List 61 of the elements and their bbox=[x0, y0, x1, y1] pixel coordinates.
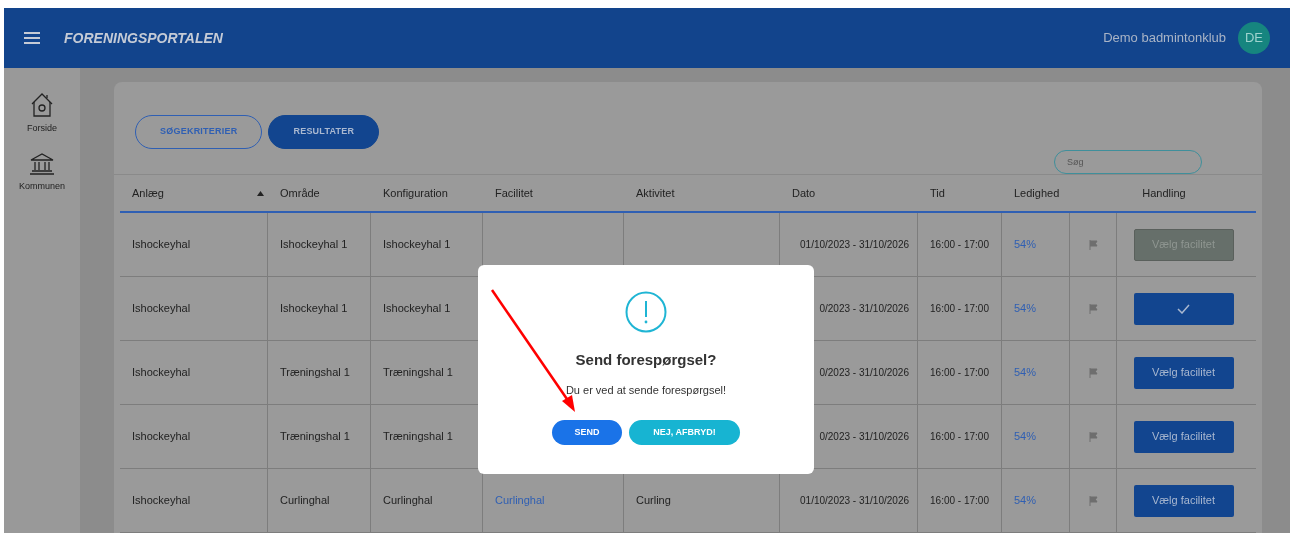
building-icon bbox=[29, 151, 55, 176]
table-cell-text: 0/2023 - 31/10/2026 bbox=[819, 302, 909, 316]
table-cell-text: Ishockeyhal bbox=[132, 493, 191, 509]
table-cell-text: 16:00 - 17:00 bbox=[930, 366, 989, 380]
table-cell-text: Ishockeyhal bbox=[132, 429, 191, 445]
check-icon bbox=[1177, 303, 1190, 314]
table-cell-text: Ishockeyhal 1 bbox=[280, 237, 348, 253]
sort-arrow-icon[interactable] bbox=[257, 190, 264, 196]
sidebar-item[interactable]: Forside bbox=[27, 92, 57, 136]
table-cell-text: 0/2023 - 31/10/2026 bbox=[819, 366, 909, 380]
dialog-message: Du er ved at sende forespørgsel! bbox=[565, 382, 727, 398]
flag-icon[interactable] bbox=[1088, 495, 1098, 506]
table-cell-text: 01/10/2023 - 31/10/2026 bbox=[800, 238, 909, 252]
table-cell-text: Ishockeyhal 1 bbox=[383, 237, 451, 253]
house-icon bbox=[30, 92, 54, 118]
select-facility-button[interactable]: Vælg facilitet bbox=[1133, 356, 1234, 389]
dialog-title: Send forespørgsel? bbox=[575, 350, 717, 370]
column-header[interactable]: Aktivitet bbox=[636, 184, 675, 202]
column-header[interactable]: Dato bbox=[792, 184, 816, 202]
table-cell-text: Træningshal 1 bbox=[280, 365, 350, 381]
table-cell-text: 01/10/2023 - 31/10/2026 bbox=[800, 494, 909, 508]
flag-icon[interactable] bbox=[1088, 303, 1098, 314]
column-header[interactable]: Konfiguration bbox=[383, 184, 448, 202]
table-cell-text: 16:00 - 17:00 bbox=[930, 494, 989, 508]
select-facility-button[interactable]: Vælg facilitet bbox=[1133, 484, 1234, 517]
table-cell-text: Ishockeyhal bbox=[132, 237, 191, 253]
flag-icon[interactable] bbox=[1088, 431, 1098, 442]
column-header[interactable]: Anlæg bbox=[132, 184, 164, 202]
flag-icon[interactable] bbox=[1088, 239, 1098, 250]
column-header[interactable]: Tid bbox=[930, 184, 945, 202]
select-facility-button[interactable]: Vælg facilitet bbox=[1133, 420, 1234, 453]
column-header[interactable]: Facilitet bbox=[495, 184, 533, 202]
avatar[interactable]: DE bbox=[1238, 22, 1270, 54]
table-cell-text: Curling bbox=[636, 493, 671, 509]
tab[interactable]: RESULTATER bbox=[268, 115, 380, 149]
table-cell-text: Curlinghal bbox=[383, 493, 433, 509]
table-cell-text: Ishockeyhal bbox=[132, 301, 191, 317]
column-header[interactable]: Handling bbox=[1142, 184, 1186, 202]
search-field[interactable]: Søg bbox=[1054, 150, 1202, 174]
table-cell-text: Træningshal 1 bbox=[383, 429, 453, 445]
table-cell-text: Curlinghal bbox=[280, 493, 330, 509]
club-name: Demo badmintonklub bbox=[1103, 29, 1226, 48]
send-button[interactable]: SEND bbox=[552, 420, 622, 445]
table-cell-text: Ishockeyhal 1 bbox=[280, 301, 348, 317]
table-cell-text: 16:00 - 17:00 bbox=[930, 430, 989, 444]
app-title: FORENINGSPORTALEN bbox=[64, 28, 223, 48]
table-cell-text: Ishockeyhal 1 bbox=[383, 301, 451, 317]
table-cell-text: Træningshal 1 bbox=[280, 429, 350, 445]
exclamation-icon bbox=[625, 291, 667, 333]
sidebar-item[interactable]: Kommunen bbox=[19, 151, 65, 193]
table-cell-text: 0/2023 - 31/10/2026 bbox=[819, 430, 909, 444]
menu-icon[interactable] bbox=[24, 32, 40, 44]
cancel-button[interactable]: NEJ, AFBRYD! bbox=[629, 420, 740, 445]
table-cell-text: 16:00 - 17:00 bbox=[930, 238, 989, 252]
selected-button[interactable] bbox=[1133, 292, 1234, 325]
flag-icon[interactable] bbox=[1088, 367, 1098, 378]
table-cell-text: 16:00 - 17:00 bbox=[930, 302, 989, 316]
column-header[interactable]: Område bbox=[280, 184, 320, 202]
column-header[interactable]: Ledighed bbox=[1014, 184, 1060, 202]
table-cell-text: Ishockeyhal bbox=[132, 365, 191, 381]
table-cell-text: Træningshal 1 bbox=[383, 365, 453, 381]
